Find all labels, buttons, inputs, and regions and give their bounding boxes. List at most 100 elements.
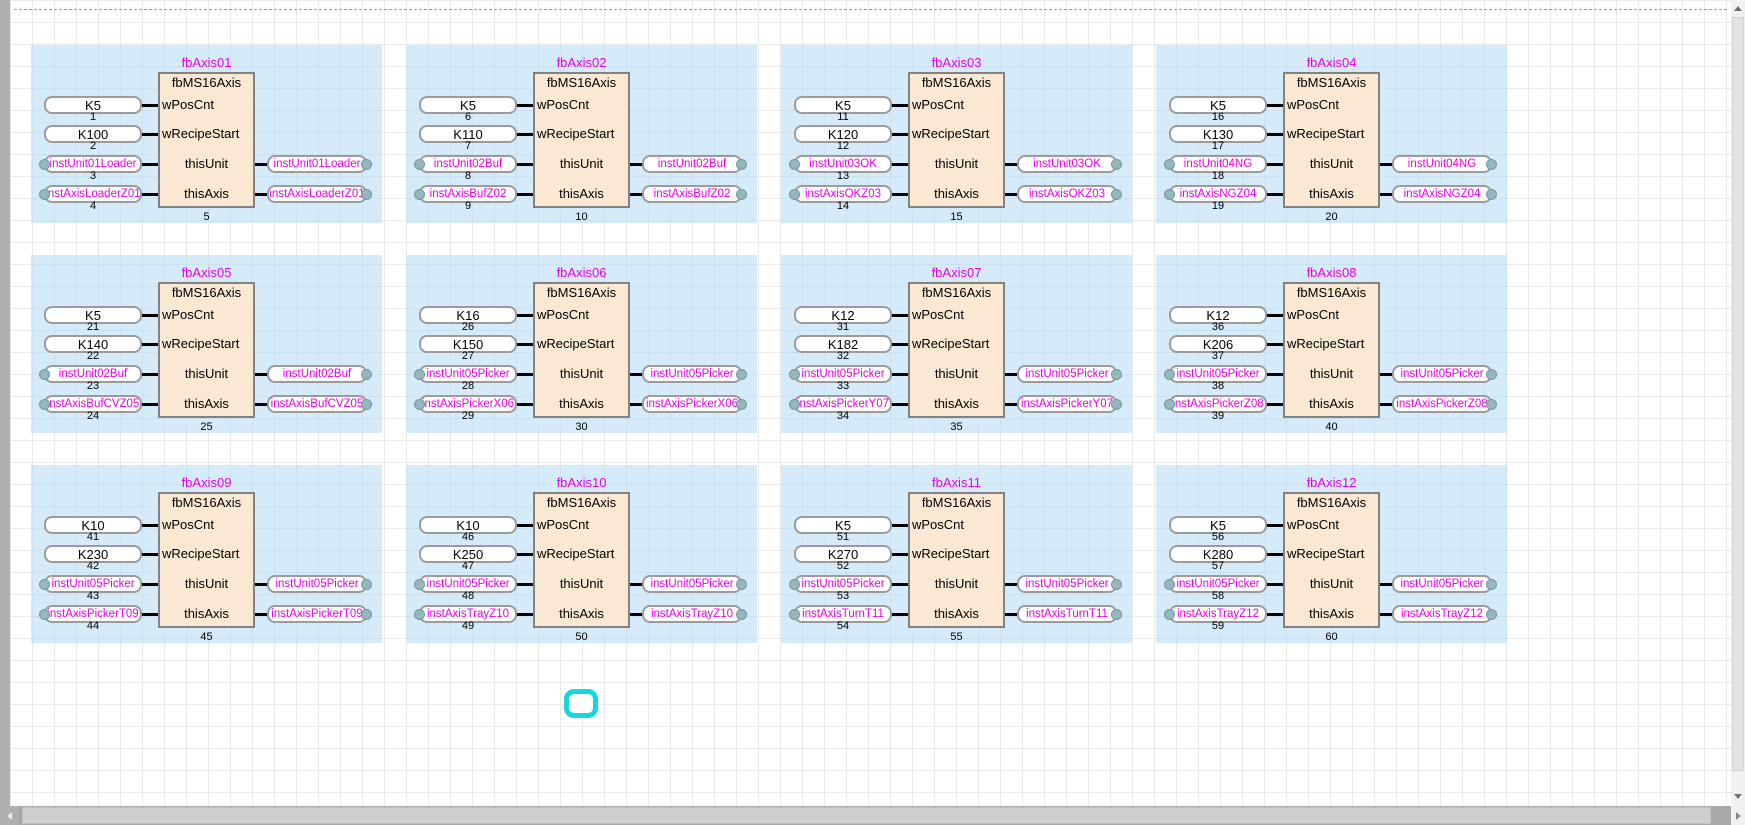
pin-sequence-number: 7 xyxy=(419,140,517,152)
pin-connector-dot-icon xyxy=(789,189,800,200)
network-panel[interactable]: fbAxis10fbMS16AxisK1046wPosCntK25047wRec… xyxy=(406,465,757,643)
port-label-thisAxis: thisAxis xyxy=(537,186,626,202)
input-wire xyxy=(142,133,158,136)
input-wire xyxy=(1267,524,1283,527)
network-panel[interactable]: fbAxis12fbMS16AxisK556wPosCntK28057wReci… xyxy=(1156,465,1507,643)
out-value-box-thisUnit[interactable]: instUnit05Picker xyxy=(642,365,742,383)
pin-sequence-number: 26 xyxy=(419,321,517,333)
input-wire xyxy=(892,553,908,556)
out-value-box-thisAxis[interactable]: instAxisBufZ02 xyxy=(642,185,742,203)
out-value-box-thisUnit[interactable]: instUnit05Picker xyxy=(642,575,742,593)
out-value-box-thisUnit[interactable]: instUnit05Picker xyxy=(1392,575,1492,593)
port-label-thisAxis: thisAxis xyxy=(912,606,1001,622)
network-panel[interactable]: fbAxis06fbMS16AxisK1626wPosCntK15027wRec… xyxy=(406,255,757,433)
block-instance-title: fbAxis02 xyxy=(523,55,640,70)
out-value-box-thisUnit[interactable]: instUnit03OK xyxy=(1017,155,1117,173)
input-wire xyxy=(517,553,533,556)
out-value-box-thisUnit[interactable]: instUnit01Loader xyxy=(267,155,367,173)
out-value-box-thisUnit[interactable]: instUnit05Picker xyxy=(1017,575,1117,593)
pin-sequence-number: 23 xyxy=(44,380,142,392)
block-sequence-number: 15 xyxy=(908,211,1005,223)
out-value-box-thisAxis[interactable]: instAxisOKZ03 xyxy=(1017,185,1117,203)
out-value-box-thisUnit[interactable]: instUnit02Buf xyxy=(642,155,742,173)
network-panel[interactable]: fbAxis09fbMS16AxisK1041wPosCntK23042wRec… xyxy=(31,465,382,643)
diagram-canvas[interactable]: fbAxis01fbMS16AxisK51wPosCntK1002wRecipe… xyxy=(10,0,1731,806)
pin-sequence-number: 37 xyxy=(1169,350,1267,362)
block-instance-title: fbAxis08 xyxy=(1273,265,1390,280)
port-label-thisAxis: thisAxis xyxy=(912,186,1001,202)
network-panel[interactable]: fbAxis01fbMS16AxisK51wPosCntK1002wRecipe… xyxy=(31,45,382,223)
output-wire xyxy=(630,613,642,616)
out-value-box-thisAxis[interactable]: instAxisPickerX06 xyxy=(642,395,742,413)
network-panel[interactable]: fbAxis02fbMS16AxisK56wPosCntK1107wRecipe… xyxy=(406,45,757,223)
input-wire xyxy=(1267,553,1283,556)
port-label-thisAxis: thisAxis xyxy=(1287,606,1376,622)
network-panel[interactable]: fbAxis08fbMS16AxisK1236wPosCntK20637wRec… xyxy=(1156,255,1507,433)
out-value-box-thisUnit[interactable]: instUnit05Picker xyxy=(1017,365,1117,383)
input-wire xyxy=(1267,373,1283,376)
block-instance-title: fbAxis03 xyxy=(898,55,1015,70)
vertical-scrollbar[interactable] xyxy=(1731,0,1745,806)
scroll-down-button[interactable] xyxy=(1731,788,1745,804)
port-label-wPosCnt: wPosCnt xyxy=(912,97,1001,113)
network-panel[interactable]: fbAxis11fbMS16AxisK551wPosCntK27052wReci… xyxy=(781,465,1132,643)
network-panel[interactable]: fbAxis07fbMS16AxisK1231wPosCntK18232wRec… xyxy=(781,255,1132,433)
input-wire xyxy=(1267,613,1283,616)
out-value-box-thisAxis[interactable]: instAxisPickerZ08 xyxy=(1392,395,1492,413)
input-wire xyxy=(1267,163,1283,166)
block-sequence-number: 50 xyxy=(533,631,630,643)
port-label-wPosCnt: wPosCnt xyxy=(912,517,1001,533)
out-value-box-thisAxis[interactable]: instAxisTrayZ12 xyxy=(1392,605,1492,623)
port-label-wPosCnt: wPosCnt xyxy=(537,517,626,533)
input-wire xyxy=(517,583,533,586)
scroll-left-button[interactable] xyxy=(0,806,18,825)
input-wire xyxy=(892,613,908,616)
out-value-box-thisAxis[interactable]: instAxisPickerT09 xyxy=(267,605,367,623)
scroll-right-button[interactable] xyxy=(1731,806,1745,825)
pin-sequence-number: 2 xyxy=(44,140,142,152)
pin-sequence-number: 27 xyxy=(419,350,517,362)
out-value-box-thisAxis[interactable]: instAxisBufCVZ05 xyxy=(267,395,367,413)
input-wire xyxy=(892,314,908,317)
pin-sequence-number: 4 xyxy=(44,200,142,212)
vertical-scrollbar-thumb[interactable] xyxy=(1732,17,1744,771)
port-label-thisUnit: thisUnit xyxy=(537,366,626,382)
network-panel[interactable]: fbAxis05fbMS16AxisK521wPosCntK14022wReci… xyxy=(31,255,382,433)
pin-sequence-number: 54 xyxy=(794,620,892,632)
page-boundary-line xyxy=(14,9,1727,10)
port-label-wPosCnt: wPosCnt xyxy=(912,307,1001,323)
out-value-box-thisUnit[interactable]: instUnit05Picker xyxy=(1392,365,1492,383)
out-value-box-thisAxis[interactable]: instAxisPickerY07 xyxy=(1017,395,1117,413)
port-label-wRecipeStart: wRecipeStart xyxy=(1287,126,1376,142)
horizontal-scrollbar[interactable] xyxy=(0,806,1745,825)
out-value-box-thisUnit[interactable]: instUnit02Buf xyxy=(267,365,367,383)
pin-sequence-number: 22 xyxy=(44,350,142,362)
horizontal-scrollbar-thumb[interactable] xyxy=(22,807,1711,824)
pin-sequence-number: 12 xyxy=(794,140,892,152)
pin-sequence-number: 13 xyxy=(794,170,892,182)
out-connector-dot-icon xyxy=(361,189,372,200)
out-value-box-thisUnit[interactable]: instUnit05Picker xyxy=(267,575,367,593)
port-label-wRecipeStart: wRecipeStart xyxy=(1287,336,1376,352)
port-label-thisUnit: thisUnit xyxy=(912,156,1001,172)
out-value-box-thisAxis[interactable]: instAxisLoaderZ01 xyxy=(267,185,367,203)
out-value-box-thisUnit[interactable]: instUnit04NG xyxy=(1392,155,1492,173)
pin-connector-dot-icon xyxy=(414,579,425,590)
pin-sequence-number: 29 xyxy=(419,410,517,422)
network-panel[interactable]: fbAxis04fbMS16AxisK516wPosCntK13017wReci… xyxy=(1156,45,1507,223)
block-type-label: fbMS16Axis xyxy=(1283,285,1380,300)
port-label-wRecipeStart: wRecipeStart xyxy=(912,336,1001,352)
block-instance-title: fbAxis11 xyxy=(898,475,1015,490)
pin-sequence-number: 6 xyxy=(419,111,517,123)
block-type-label: fbMS16Axis xyxy=(1283,495,1380,510)
port-label-thisAxis: thisAxis xyxy=(912,396,1001,412)
scroll-up-button[interactable] xyxy=(1731,0,1745,16)
output-wire xyxy=(630,193,642,196)
pin-connector-dot-icon xyxy=(39,159,50,170)
pin-sequence-number: 36 xyxy=(1169,321,1267,333)
network-panel[interactable]: fbAxis03fbMS16AxisK511wPosCntK12012wReci… xyxy=(781,45,1132,223)
pin-connector-dot-icon xyxy=(39,369,50,380)
out-value-box-thisAxis[interactable]: instAxisTrayZ10 xyxy=(642,605,742,623)
out-value-box-thisAxis[interactable]: instAxisNGZ04 xyxy=(1392,185,1492,203)
out-value-box-thisAxis[interactable]: instAxisTurnT11 xyxy=(1017,605,1117,623)
